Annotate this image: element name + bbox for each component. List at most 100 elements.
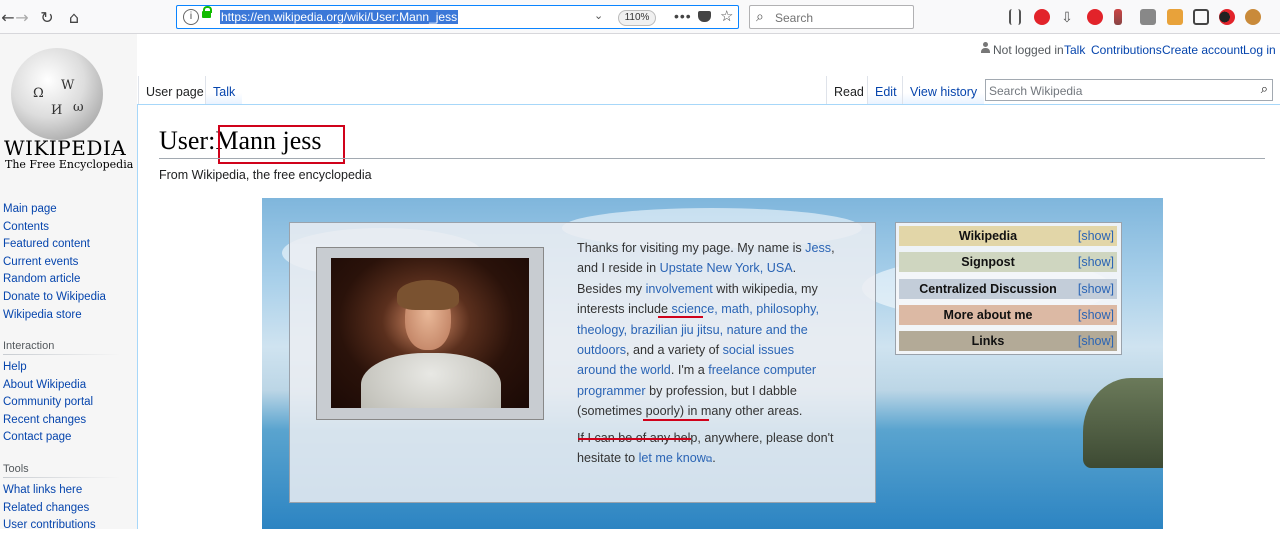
bio-link[interactable]: involvement — [646, 282, 713, 296]
site-info-icon[interactable]: i — [183, 9, 199, 25]
create-account-link[interactable]: Create account — [1162, 43, 1243, 57]
not-logged-in-text: Not logged in — [993, 43, 1064, 57]
extension-monkey-icon[interactable] — [1245, 9, 1261, 25]
browser-toolbar: ← → ↻ ⌂ i https://en.wikipedia.org/wiki/… — [0, 0, 1280, 34]
lock-icon — [202, 6, 212, 18]
nav-list: Main page Contents Featured content Curr… — [3, 201, 106, 324]
photo-shirt — [361, 353, 501, 408]
bio-text-span: , and a variety of — [626, 343, 723, 358]
portal-divider — [3, 354, 121, 355]
contributions-link[interactable]: Contributions — [1091, 43, 1162, 57]
pocket-icon[interactable] — [698, 11, 711, 22]
extension-jar-icon[interactable] — [1114, 9, 1122, 25]
reload-icon[interactable]: ↻ — [37, 7, 57, 27]
tab-view-history[interactable]: View history — [902, 76, 985, 104]
adblock-icon[interactable] — [1087, 9, 1103, 25]
sidebar-item-current-events[interactable]: Current events — [3, 254, 106, 272]
site-sub: From Wikipedia, the free encyclopedia — [159, 168, 372, 182]
navbox-title: Centralized Discussion — [919, 282, 1057, 296]
navbox-show-link[interactable]: [show] — [1078, 252, 1114, 272]
bio-link[interactable]: Jess — [805, 241, 831, 255]
portal-divider — [3, 477, 121, 478]
navbox-row: Centralized Discussion [show] — [899, 279, 1117, 299]
extension-info-icon[interactable] — [1140, 9, 1156, 25]
extension-dots-icon[interactable] — [1219, 9, 1235, 25]
globe-glyph: ω — [73, 100, 84, 115]
log-in-link[interactable]: Log in — [1243, 43, 1276, 57]
bio-text-span: include — [624, 302, 672, 317]
sidebar-item-featured-content[interactable]: Featured content — [3, 236, 106, 254]
globe-glyph: W — [61, 78, 75, 93]
search-icon: ⌕ — [756, 8, 764, 24]
tab-talk[interactable]: Talk — [205, 76, 243, 104]
sidebar-item-contents[interactable]: Contents — [3, 219, 106, 237]
extension-m-icon[interactable] — [1034, 9, 1050, 25]
sidebar-item-help[interactable]: Help — [3, 359, 93, 377]
bio-link[interactable]: Upstate New York, USA — [660, 261, 793, 275]
sidebar-toggle-icon[interactable] — [1193, 9, 1209, 25]
navbox-title: Wikipedia — [958, 229, 1018, 243]
sidebar-item-community-portal[interactable]: Community portal — [3, 394, 93, 412]
wikipedia-search-input[interactable]: Search Wikipedia ⌕ — [985, 79, 1273, 101]
bio-paragraph-2: If I can be of any help, anywhere, pleas… — [577, 428, 835, 470]
navbox-row: Wikipedia [show] — [899, 226, 1117, 246]
sidebar-item-store[interactable]: Wikipedia store — [3, 307, 106, 325]
bio-paragraph: Thanks for visiting my page. My name is … — [577, 238, 835, 422]
sidebar-item-donate[interactable]: Donate to Wikipedia — [3, 289, 106, 307]
navbox-title: More about me — [943, 308, 1033, 322]
chevron-down-icon[interactable]: ⌄ — [594, 9, 603, 22]
search-icon[interactable]: ⌕ — [1261, 81, 1268, 97]
tab-user-page[interactable]: User page — [138, 76, 211, 104]
wordmark: WIKIPEDIA — [4, 136, 127, 160]
let-me-know-link[interactable]: let me know — [639, 451, 706, 465]
navbox-show-link[interactable]: [show] — [1078, 226, 1114, 246]
sidebar-item-user-contributions[interactable]: User contributions — [3, 517, 96, 535]
profile-photo[interactable] — [331, 258, 529, 408]
title-prefix: User: — [159, 126, 216, 155]
url-text[interactable]: https://en.wikipedia.org/wiki/User:Mann_… — [220, 10, 459, 24]
puzzle-globe-icon: Ω W И ω — [11, 48, 103, 140]
navbox-row: Links [show] — [899, 331, 1117, 351]
user-icon — [981, 42, 990, 53]
sidebar-item-main-page[interactable]: Main page — [3, 201, 106, 219]
tools-heading: Tools — [3, 463, 29, 475]
tab-read[interactable]: Read — [826, 76, 871, 104]
navbox-title: Links — [971, 334, 1005, 348]
sidebar-item-contact-page[interactable]: Contact page — [3, 429, 93, 447]
sidebar-item-recent-changes[interactable]: Recent changes — [3, 412, 93, 430]
wikipedia-logo[interactable]: Ω W И ω WIKIPEDIA The Free Encyclopedia — [0, 40, 137, 180]
title-divider — [159, 158, 1265, 159]
sidebar-item-what-links-here[interactable]: What links here — [3, 482, 96, 500]
navbox-show-link[interactable]: [show] — [1078, 305, 1114, 325]
talk-link[interactable]: Talk — [1064, 43, 1085, 57]
forward-icon[interactable]: → — [12, 7, 32, 27]
bio-text-span: . I'm a — [670, 363, 709, 378]
logo-tagline: The Free Encyclopedia — [5, 158, 134, 171]
sidebar-item-random-article[interactable]: Random article — [3, 271, 106, 289]
tab-edit[interactable]: Edit — [867, 76, 904, 104]
navbox-show-link[interactable]: [show] — [1078, 279, 1114, 299]
zoom-indicator[interactable]: 110% — [618, 10, 656, 26]
globe-glyph: Ω — [33, 86, 44, 101]
bookmark-star-icon[interactable]: ☆ — [720, 7, 733, 25]
navbox-row: Signpost [show] — [899, 252, 1117, 272]
browser-search-input[interactable]: ⌕ Search — [749, 5, 914, 29]
download-icon[interactable]: ⇩ — [1059, 9, 1075, 25]
browser-search-placeholder: Search — [775, 11, 814, 25]
home-icon[interactable]: ⌂ — [64, 7, 84, 27]
extension-puzzle-icon[interactable] — [1167, 9, 1183, 25]
sidebar-item-related-changes[interactable]: Related changes — [3, 500, 96, 518]
navbox-show-link[interactable]: [show] — [1078, 331, 1114, 351]
tools-list: What links here Related changes User con… — [3, 482, 96, 535]
interaction-heading: Interaction — [3, 340, 55, 352]
dabble-underline — [643, 419, 709, 421]
interaction-list: Help About Wikipedia Community portal Re… — [3, 359, 93, 447]
search-placeholder: Search Wikipedia — [989, 84, 1083, 98]
sidebar-item-about[interactable]: About Wikipedia — [3, 377, 93, 395]
island-shape — [1083, 378, 1163, 468]
bio-text-span: Thanks for visiting my page. My name is — [577, 241, 806, 255]
library-icon[interactable] — [1009, 9, 1021, 25]
page-actions-icon[interactable]: ••• — [674, 8, 692, 24]
globe-glyph: И — [51, 103, 63, 118]
address-bar[interactable]: i https://en.wikipedia.org/wiki/User:Man… — [176, 5, 739, 29]
